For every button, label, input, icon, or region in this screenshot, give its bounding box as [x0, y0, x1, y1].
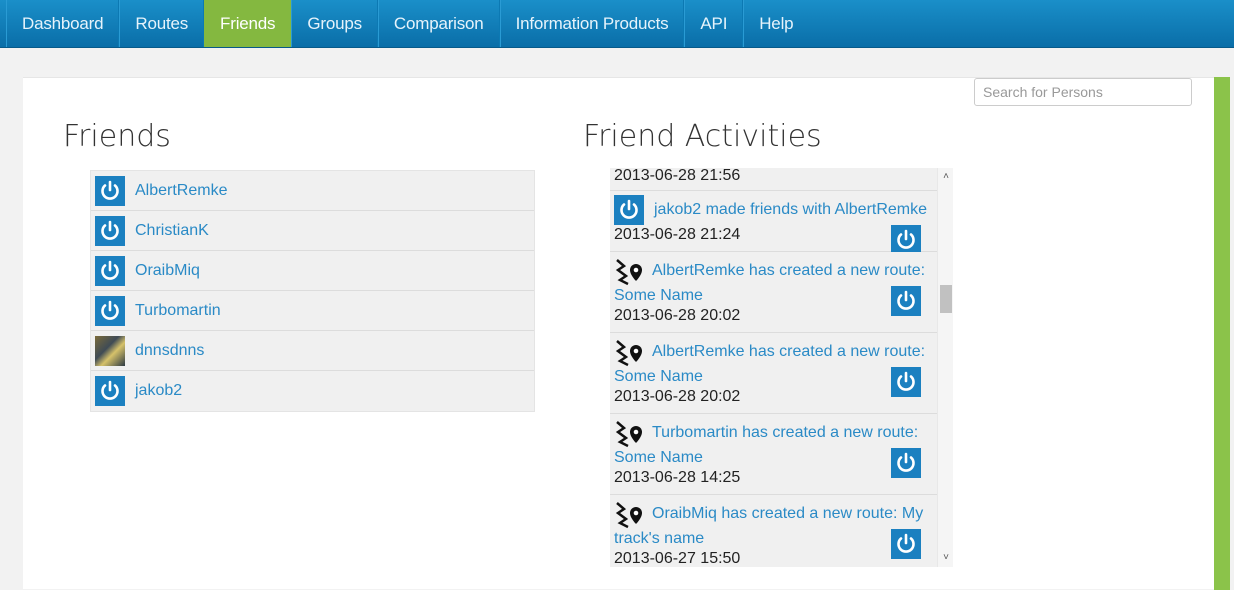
scrollbar-thumb[interactable] [940, 285, 952, 313]
activity-time: 2013-06-28 14:25 [614, 469, 741, 486]
power-icon [95, 255, 125, 286]
power-icon [95, 175, 125, 206]
activities-list: 2013-06-28 21:56 jakob2 made friends wit… [610, 168, 937, 567]
route-marker-icon [615, 421, 642, 448]
activity-time: 2013-06-27 15:50 [614, 550, 741, 567]
search-persons-input[interactable] [974, 78, 1192, 106]
top-navbar: Dashboard Routes Friends Groups Comparis… [0, 0, 1234, 48]
power-icon [95, 376, 125, 406]
route-name-link[interactable]: Some Name [614, 367, 937, 387]
friend-name-link[interactable]: OraibMiq [135, 262, 200, 280]
activities-viewport: 2013-06-28 21:56 jakob2 made friends wit… [610, 168, 937, 567]
power-icon[interactable] [614, 195, 644, 225]
power-icon[interactable] [891, 529, 921, 559]
nav-information-products[interactable]: Information Products [499, 0, 685, 47]
route-marker-icon [615, 502, 642, 529]
list-item: Turbomartin has created a new route: Som… [610, 414, 937, 495]
activity-time: 2013-06-28 20:02 [614, 388, 741, 405]
power-icon[interactable] [891, 225, 921, 255]
nav-comparison[interactable]: Comparison [377, 0, 500, 47]
nav-groups[interactable]: Groups [291, 0, 378, 47]
list-item[interactable]: OraibMiq [91, 251, 534, 291]
friend-name-link[interactable]: dnnsdnns [135, 342, 204, 360]
list-item[interactable]: dnnsdnns [91, 331, 534, 371]
power-icon [95, 295, 125, 326]
route-marker-icon [615, 259, 642, 286]
route-name-link[interactable]: Some Name [614, 448, 937, 468]
friend-name-link[interactable]: AlbertRemke [135, 182, 227, 200]
friend-activities-heading: Friend Activities [583, 119, 822, 154]
activity-text-link[interactable]: AlbertRemke has created a new route: [652, 343, 925, 360]
activity-time: 2013-06-28 20:02 [614, 307, 741, 324]
nav-dashboard[interactable]: Dashboard [6, 0, 120, 47]
list-item: AlbertRemke has created a new route: Som… [610, 333, 937, 414]
nav-friends[interactable]: Friends [204, 0, 292, 47]
scroll-down-icon[interactable]: ˅ [938, 551, 954, 565]
friend-activities-feed[interactable]: 2013-06-28 21:56 jakob2 made friends wit… [610, 168, 953, 567]
friend-name-link[interactable]: jakob2 [135, 382, 182, 400]
friends-list: AlbertRemke ChristianK OraibMiq Turbomar… [90, 170, 535, 412]
list-item: AlbertRemke has created a new route: Som… [610, 252, 937, 333]
friend-name-link[interactable]: Turbomartin [135, 302, 221, 320]
list-item: OraibMiq has created a new route: My tra… [610, 495, 937, 567]
power-icon [95, 215, 125, 246]
list-item[interactable]: jakob2 [91, 371, 534, 411]
nav-api[interactable]: API [684, 0, 744, 47]
nav-help[interactable]: Help [743, 0, 808, 47]
power-icon[interactable] [891, 286, 921, 316]
power-icon[interactable] [891, 367, 921, 397]
activity-text-link[interactable]: Turbomartin has created a new route: [652, 424, 918, 441]
avatar-photo [95, 335, 125, 366]
route-name-link[interactable]: track's name [614, 529, 937, 549]
side-accent-bar [1214, 77, 1230, 590]
power-icon[interactable] [891, 448, 921, 478]
route-name-link[interactable]: Some Name [614, 286, 937, 306]
activity-time: 2013-06-28 21:24 [614, 226, 741, 243]
list-item[interactable]: AlbertRemke [91, 171, 534, 211]
route-marker-icon [615, 340, 642, 367]
friend-name-link[interactable]: ChristianK [135, 222, 209, 240]
activity-time: 2013-06-28 21:56 [614, 168, 741, 184]
list-item: 2013-06-28 21:56 [610, 168, 937, 191]
nav-routes[interactable]: Routes [119, 0, 205, 47]
activity-text-link[interactable]: jakob2 made friends with AlbertRemke [654, 201, 927, 218]
list-item[interactable]: Turbomartin [91, 291, 534, 331]
activity-text-link[interactable]: AlbertRemke has created a new route: [652, 262, 925, 279]
scroll-up-icon[interactable]: ˄ [938, 170, 954, 184]
friends-heading: Friends [63, 119, 171, 154]
list-item[interactable]: ChristianK [91, 211, 534, 251]
activities-scrollbar[interactable]: ˄ ˅ [937, 168, 953, 567]
list-item: jakob2 made friends with AlbertRemke 201… [610, 191, 937, 255]
activity-text-link[interactable]: OraibMiq has created a new route: My [652, 505, 923, 522]
